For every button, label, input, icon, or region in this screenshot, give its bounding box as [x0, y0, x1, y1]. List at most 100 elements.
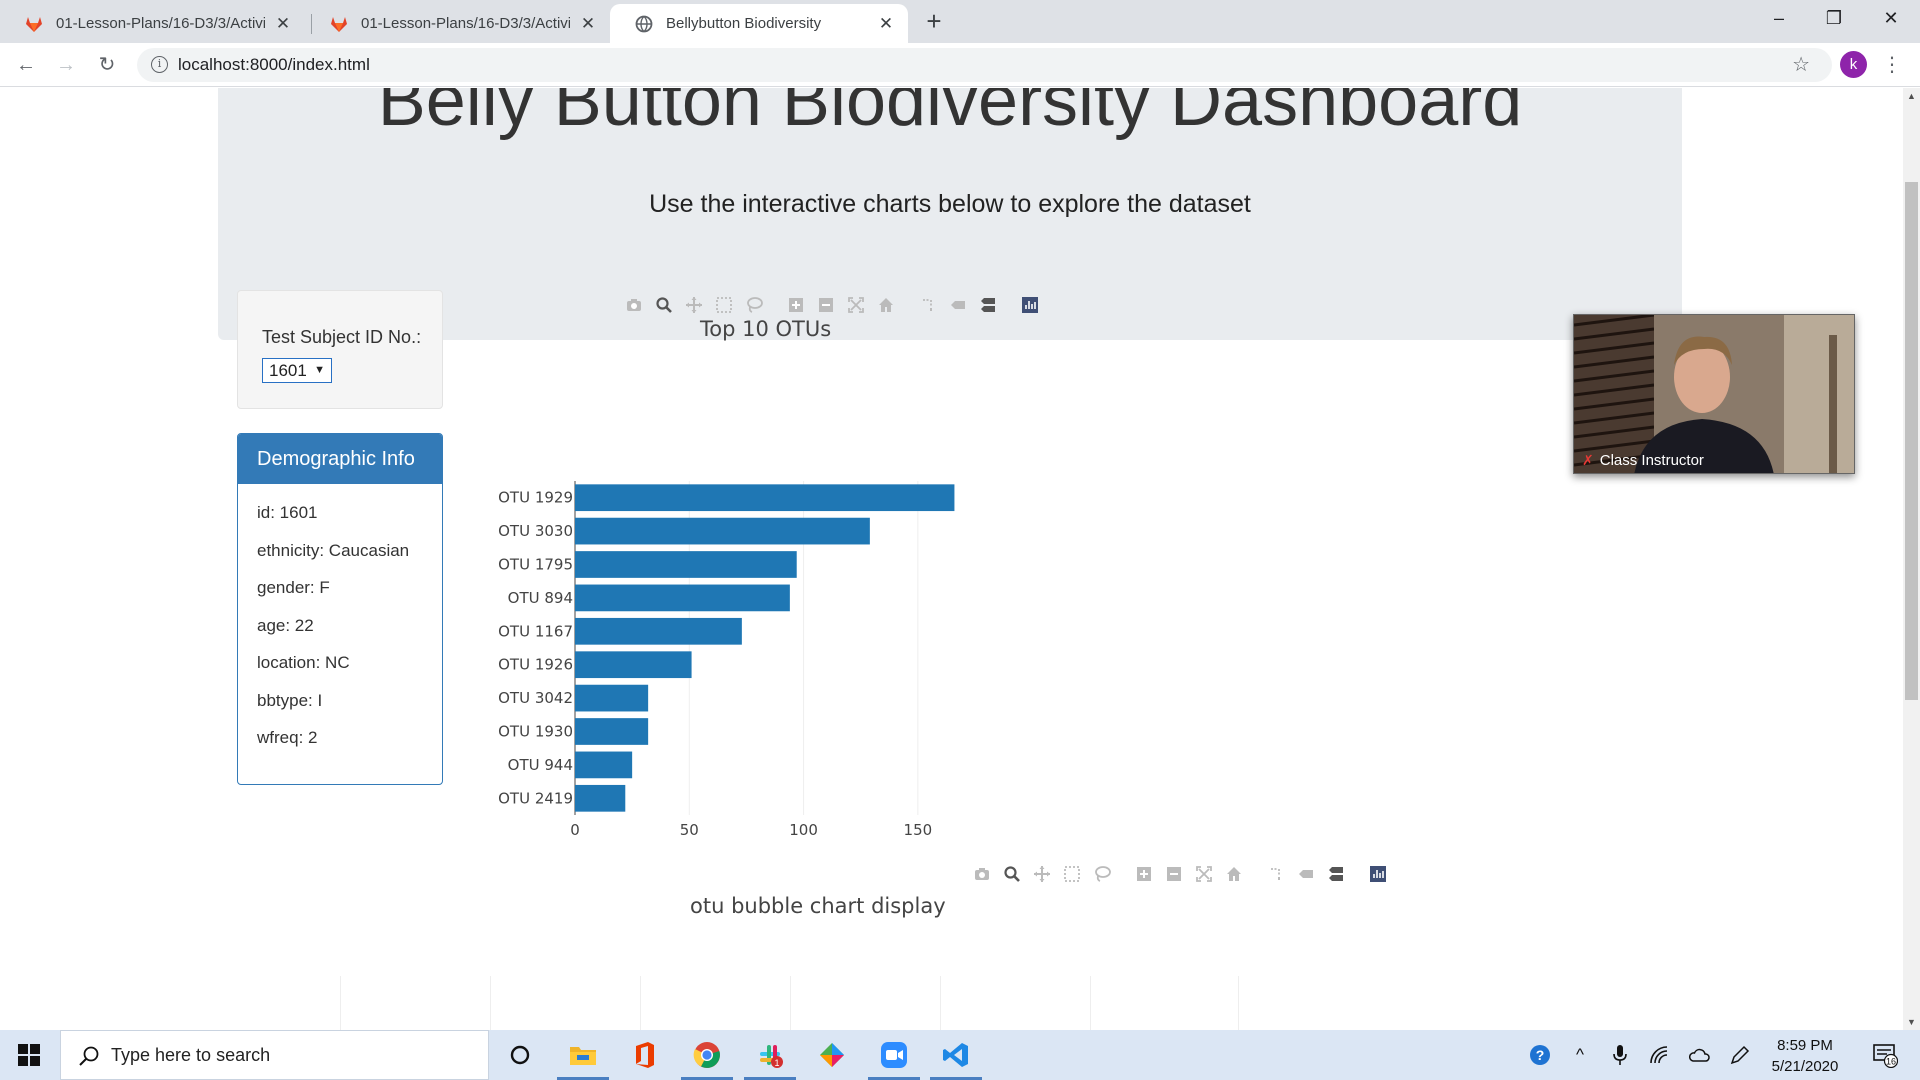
bookmark-star-icon[interactable]: ☆ [1792, 52, 1810, 77]
vscode-icon[interactable] [926, 1030, 986, 1080]
scrollbar-thumb[interactable] [1905, 182, 1918, 700]
clock-date: 5/21/2020 [1771, 1058, 1839, 1075]
chrome-icon[interactable] [677, 1030, 737, 1080]
bar-chart[interactable]: OTU 1929 OTU 3030 OTU 1795 OTU 894 OTU 1167 O… [480, 448, 1000, 908]
profile-avatar[interactable]: k [1840, 51, 1867, 78]
box-select-icon[interactable] [1057, 862, 1087, 886]
windows-start-button[interactable] [0, 1030, 58, 1080]
forward-arrow-icon[interactable]: → [50, 49, 82, 81]
svg-text:1: 1 [774, 1058, 779, 1068]
address-bar[interactable]: i localhost:8000/index.html ☆ [137, 48, 1832, 82]
spike-lines-icon[interactable] [913, 293, 943, 317]
lasso-select-icon[interactable] [1087, 862, 1117, 886]
search-icon [79, 1046, 99, 1066]
back-arrow-icon[interactable]: ← [10, 49, 42, 81]
pan-icon[interactable] [679, 293, 709, 317]
wifi-icon[interactable] [1645, 1030, 1675, 1080]
subject-id-value: 1601 [269, 361, 307, 380]
restore-button[interactable]: ❐ [1805, 0, 1863, 36]
browser-menu-icon[interactable]: ⋮ [1882, 49, 1902, 81]
demographic-row: location: NC [257, 653, 350, 672]
lasso-select-icon[interactable] [739, 293, 769, 317]
demographic-row: bbtype: I [257, 690, 323, 710]
demographic-row: gender: F [257, 578, 330, 597]
show-hidden-icons-chevron-icon[interactable]: ^ [1565, 1030, 1595, 1080]
bar-chart-title: Top 10 OTUs [700, 317, 832, 341]
page-scrollbar[interactable]: ▲ ▼ [1903, 88, 1920, 1031]
hover-compare-icon[interactable] [1321, 862, 1351, 886]
address-url[interactable]: localhost:8000/index.html [178, 55, 370, 75]
autoscale-icon[interactable] [1189, 862, 1219, 886]
minimize-button[interactable]: – [1750, 0, 1808, 36]
taskbar-clock[interactable]: 8:59 PM 5/21/2020 [1760, 1035, 1850, 1077]
subject-id-dropdown[interactable]: 1601 ▼ [262, 358, 332, 383]
close-tab-icon[interactable]: ✕ [578, 14, 598, 34]
bar[interactable] [575, 784, 626, 812]
notifications-icon[interactable]: 16 [1865, 1030, 1905, 1080]
y-tick-label: OTU 1929 [498, 489, 573, 507]
box-select-icon[interactable] [709, 293, 739, 317]
close-tab-icon[interactable]: ✕ [876, 14, 896, 34]
zoom-icon[interactable] [649, 293, 679, 317]
reset-axes-home-icon[interactable] [1219, 862, 1249, 886]
taskbar-search-box[interactable]: Type here to search [60, 1030, 489, 1080]
camera-icon[interactable] [619, 293, 649, 317]
browser-toolbar: ← → ↻ i localhost:8000/index.html ☆ k ⋮ [0, 43, 1920, 87]
pen-ink-icon[interactable] [1725, 1030, 1755, 1080]
slack-icon[interactable]: 1 [740, 1030, 800, 1080]
bar-chart-modebar [619, 293, 1045, 317]
browser-tab-3[interactable]: Bellybutton Biodiversity ✕ [610, 4, 908, 43]
zoom-out-icon[interactable] [1159, 862, 1189, 886]
office-icon[interactable] [615, 1030, 675, 1080]
file-explorer-icon[interactable] [553, 1030, 613, 1080]
help-icon[interactable]: ? [1525, 1030, 1555, 1080]
scroll-down-arrow-icon[interactable]: ▼ [1903, 1014, 1920, 1031]
spike-lines-icon[interactable] [1261, 862, 1291, 886]
zoom-app-icon[interactable] [864, 1030, 924, 1080]
hover-compare-icon[interactable] [973, 293, 1003, 317]
y-tick-label: OTU 1167 [498, 622, 573, 640]
participant-name: Class Instructor [1599, 452, 1704, 469]
reset-axes-home-icon[interactable] [871, 293, 901, 317]
pan-icon[interactable] [1027, 862, 1057, 886]
reload-icon[interactable]: ↻ [91, 49, 123, 81]
plotly-logo-icon[interactable] [1363, 862, 1393, 886]
y-tick-label: OTU 3030 [498, 522, 573, 540]
cortana-icon[interactable] [490, 1030, 550, 1080]
bar[interactable] [575, 718, 649, 745]
onedrive-cloud-icon[interactable] [1684, 1030, 1714, 1080]
browser-tab-1[interactable]: 01-Lesson-Plans/16-D3/3/Activiti ✕ [0, 4, 305, 43]
close-window-button[interactable]: ✕ [1862, 0, 1920, 36]
bar[interactable] [575, 617, 742, 645]
tab-title: 01-Lesson-Plans/16-D3/3/Activiti [361, 15, 570, 32]
plotly-logo-icon[interactable] [1015, 293, 1045, 317]
bar[interactable] [575, 551, 797, 578]
page-subtitle: Use the interactive charts below to expl… [649, 190, 1251, 218]
zoom-out-icon[interactable] [811, 293, 841, 317]
autoscale-icon[interactable] [841, 293, 871, 317]
bar[interactable] [575, 584, 790, 612]
zoom-icon[interactable] [997, 862, 1027, 886]
site-info-icon[interactable]: i [151, 56, 168, 73]
bar[interactable] [575, 484, 955, 512]
browser-tab-2[interactable]: 01-Lesson-Plans/16-D3/3/Activiti ✕ [305, 4, 610, 43]
git-kraken-icon[interactable] [802, 1030, 862, 1080]
new-tab-button[interactable]: + [918, 6, 950, 38]
scroll-up-arrow-icon[interactable]: ▲ [1903, 88, 1920, 105]
zoom-in-icon[interactable] [781, 293, 811, 317]
windows-taskbar: Type here to search 1 ? ^ 8:59 PM 5/21/2… [0, 1030, 1920, 1080]
hover-closest-icon[interactable] [1291, 862, 1321, 886]
tab-title: 01-Lesson-Plans/16-D3/3/Activiti [56, 15, 265, 32]
close-tab-icon[interactable]: ✕ [273, 14, 293, 34]
subject-selector-well: Test Subject ID No.: 1601 ▼ [237, 290, 443, 409]
camera-icon[interactable] [967, 862, 997, 886]
zoom-in-icon[interactable] [1129, 862, 1159, 886]
bar[interactable] [575, 517, 870, 545]
bar[interactable] [575, 684, 649, 712]
bubble-chart-title: otu bubble chart display [690, 894, 946, 918]
bar[interactable] [575, 751, 633, 779]
hover-closest-icon[interactable] [943, 293, 973, 317]
bar[interactable] [575, 651, 692, 679]
microphone-icon[interactable] [1605, 1030, 1635, 1080]
instructor-video[interactable]: ✗ Class Instructor [1573, 314, 1855, 474]
